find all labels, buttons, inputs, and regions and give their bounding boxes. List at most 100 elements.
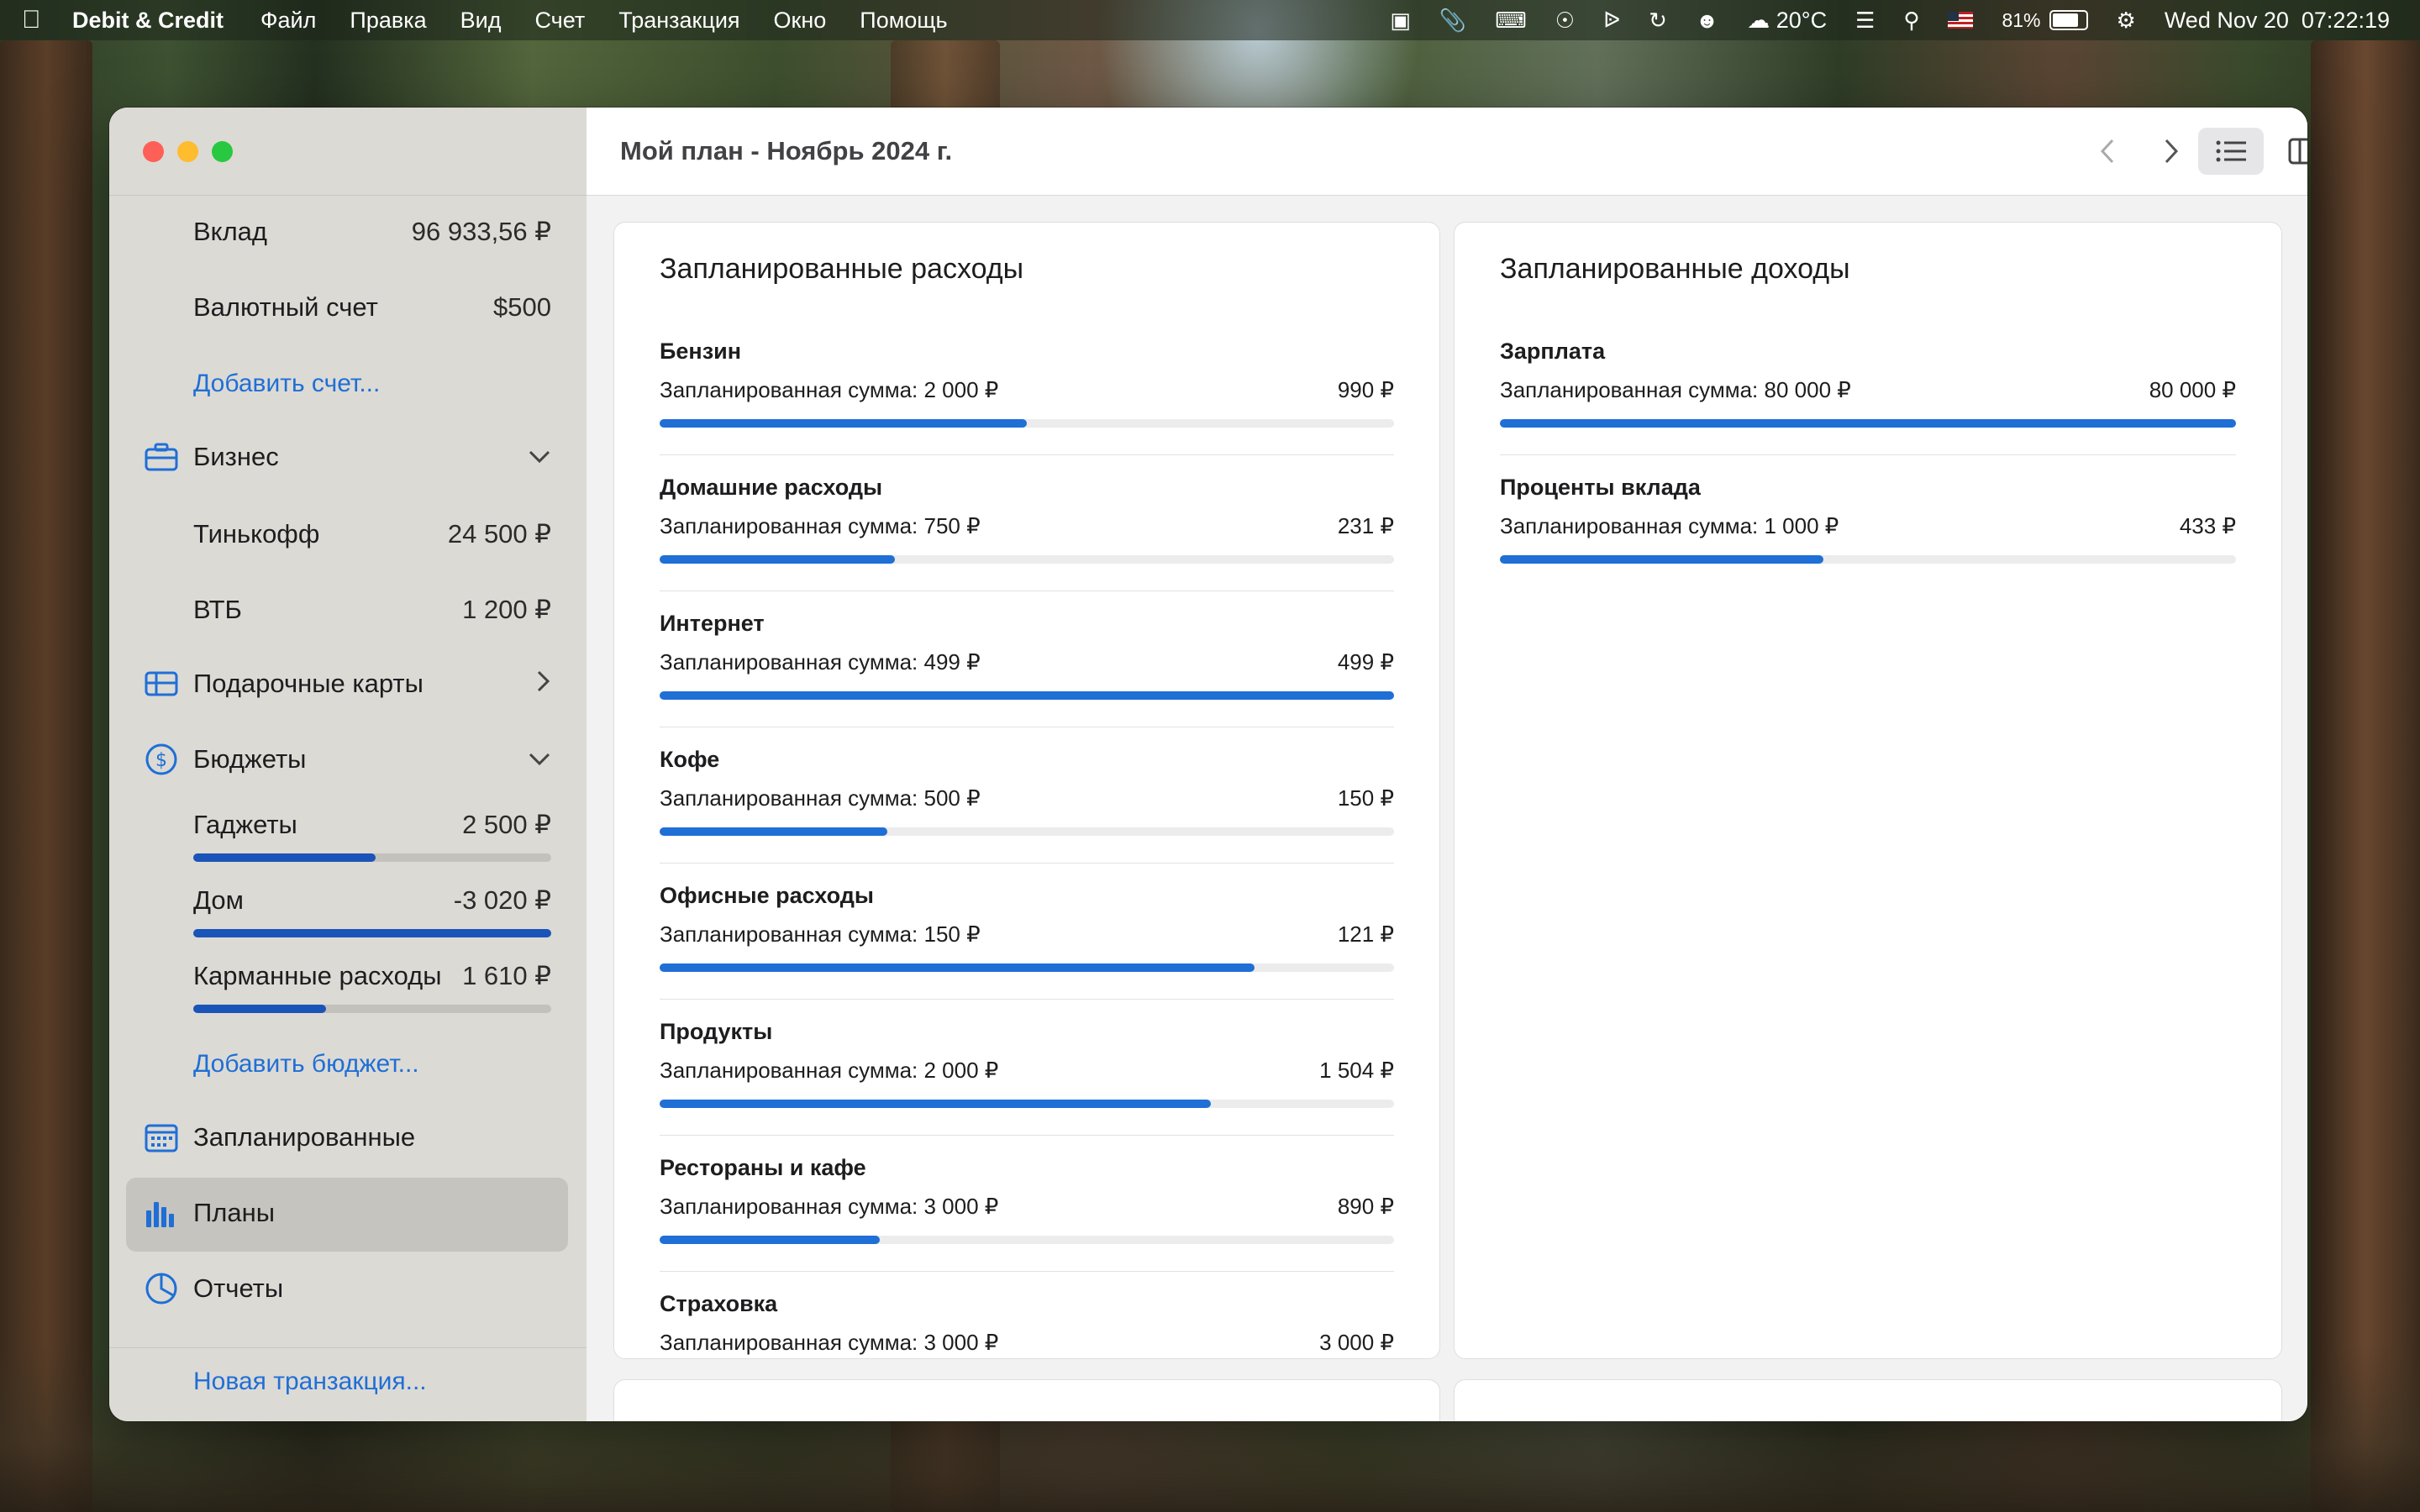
menu-view[interactable]: Вид bbox=[460, 8, 502, 34]
account-balance: 1 200 ₽ bbox=[462, 595, 551, 624]
minimize-button[interactable] bbox=[177, 141, 198, 162]
actual-amount: 80 000 ₽ bbox=[2149, 377, 2236, 402]
zoom-button[interactable] bbox=[212, 141, 233, 162]
planned-amount: Запланированная сумма: 499 ₽ bbox=[660, 649, 981, 675]
main-content: Мой план - Ноябрь 2024 г. Запланированны… bbox=[587, 108, 2307, 1421]
income-row[interactable]: Зарплата Запланированная сумма: 80 000 ₽ 8… bbox=[1500, 339, 2236, 475]
sidebar-account-currency[interactable]: Валютный счет $500 bbox=[193, 292, 551, 323]
income-row[interactable]: Проценты вклада Запланированная сумма: 1 … bbox=[1500, 475, 2236, 611]
gift-card-icon bbox=[143, 667, 180, 701]
chevron-right-icon[interactable] bbox=[536, 669, 551, 699]
wifi-icon[interactable]: ☰ bbox=[1855, 8, 1875, 34]
bar-chart-icon bbox=[143, 1196, 180, 1230]
battery-icon[interactable] bbox=[2049, 10, 2088, 30]
planned-amount: Запланированная сумма: 500 ₽ bbox=[660, 785, 981, 811]
category-name: Продукты bbox=[660, 1019, 773, 1044]
planned-amount: Запланированная сумма: 2 000 ₽ bbox=[660, 377, 999, 402]
add-account-link[interactable]: Добавить счет... bbox=[193, 370, 380, 398]
category-name: Зарплата bbox=[1500, 339, 1606, 364]
menu-help[interactable]: Помощь bbox=[860, 8, 947, 34]
keyboard-icon[interactable]: ⌨ bbox=[1495, 8, 1527, 34]
columns-view-button[interactable] bbox=[2275, 128, 2307, 175]
expense-row[interactable]: Бензин Запланированная сумма: 2 000 ₽ 990 … bbox=[660, 339, 1394, 475]
close-button[interactable] bbox=[143, 141, 164, 162]
app-window: Вклад 96 933,56 ₽ Валютный счет $500 Доб… bbox=[109, 108, 2307, 1421]
expense-row[interactable]: Кофе Запланированная сумма: 500 ₽ 150 ₽ bbox=[660, 747, 1394, 883]
search-icon[interactable]: ⚲ bbox=[1903, 8, 1919, 34]
sidebar: Вклад 96 933,56 ₽ Валютный счет $500 Доб… bbox=[109, 108, 587, 1421]
category-name: Бензин bbox=[660, 339, 742, 364]
menu-account[interactable]: Счет bbox=[534, 8, 585, 34]
sidebar-budget-home[interactable]: Дом -3 020 ₽ bbox=[193, 885, 551, 916]
progress-bar bbox=[1500, 555, 2236, 564]
expense-row[interactable]: Офисные расходы Запланированная сумма: 15… bbox=[660, 883, 1394, 1019]
app-menu[interactable]: Debit & Credit bbox=[72, 8, 224, 34]
budget-progress-bar bbox=[193, 929, 551, 937]
toolbar: Мой план - Ноябрь 2024 г. bbox=[587, 108, 2307, 196]
card-title: Запланированные расходы bbox=[660, 253, 1024, 285]
briefcase-icon bbox=[143, 440, 180, 474]
chevron-down-icon[interactable] bbox=[528, 444, 551, 470]
apple-menu-icon[interactable]:  bbox=[22, 6, 72, 34]
box-icon[interactable]: ▣ bbox=[1390, 8, 1411, 34]
row-divider bbox=[660, 1271, 1394, 1272]
sidebar-account-vtb[interactable]: ВТБ 1 200 ₽ bbox=[193, 595, 551, 625]
planned-amount: Запланированная сумма: 3 000 ₽ bbox=[660, 1194, 999, 1219]
control-center-icon[interactable]: ⚙ bbox=[2117, 8, 2136, 34]
weather-icon[interactable]: ☁ 20°C bbox=[1747, 8, 1827, 34]
sidebar-group-business[interactable]: Бизнес bbox=[143, 440, 551, 474]
category-name: Кофе bbox=[660, 747, 720, 772]
account-balance: 24 500 ₽ bbox=[447, 519, 551, 549]
bluetooth-icon[interactable]: ᐉ bbox=[1603, 8, 1620, 34]
sidebar-account-deposit[interactable]: Вклад 96 933,56 ₽ bbox=[193, 217, 551, 247]
card-title: Запланированные доходы bbox=[1500, 253, 1850, 285]
group-label: Подарочные карты bbox=[193, 669, 424, 698]
nav-label: Запланированные bbox=[193, 1122, 416, 1152]
category-name: Офисные расходы bbox=[660, 883, 874, 908]
calendar-icon bbox=[143, 1121, 180, 1154]
planned-expenses-card: Запланированные расходы Бензин Запланиров… bbox=[613, 222, 1440, 1359]
sidebar-group-budgets[interactable]: $ Бюджеты bbox=[143, 743, 551, 776]
time-machine-icon[interactable]: ↻ bbox=[1649, 8, 1667, 34]
password-icon[interactable]: ☉ bbox=[1555, 8, 1575, 34]
sidebar-item-reports[interactable]: Отчеты bbox=[143, 1272, 551, 1305]
category-name: Рестораны и кафе bbox=[660, 1155, 866, 1180]
planned-amount: Запланированная сумма: 3 000 ₽ bbox=[660, 1330, 999, 1355]
previous-period-button[interactable] bbox=[2082, 128, 2133, 175]
sidebar-item-plans[interactable]: Планы bbox=[143, 1196, 551, 1230]
expense-row[interactable]: Рестораны и кафе Запланированная сумма: 3… bbox=[660, 1155, 1394, 1291]
progress-bar bbox=[660, 963, 1394, 972]
expense-row[interactable]: Интернет Запланированная сумма: 499 ₽ 499 … bbox=[660, 611, 1394, 747]
account-name: Тинькофф bbox=[193, 519, 320, 549]
expense-row[interactable]: Страховка Запланированная сумма: 3 000 ₽ 3… bbox=[660, 1291, 1394, 1358]
add-budget-link[interactable]: Добавить бюджет... bbox=[193, 1050, 419, 1079]
category-name: Домашние расходы bbox=[660, 475, 883, 500]
nav-label: Планы bbox=[193, 1198, 276, 1227]
budget-amount: 2 500 ₽ bbox=[462, 810, 551, 839]
menu-file[interactable]: Файл bbox=[260, 8, 316, 34]
input-source-flag-icon[interactable] bbox=[1948, 12, 1974, 29]
sidebar-budget-pocket[interactable]: Карманные расходы 1 610 ₽ bbox=[193, 961, 551, 991]
battery-percent: 81% bbox=[2002, 8, 2041, 31]
sidebar-group-gift-cards[interactable]: Подарочные карты bbox=[143, 667, 551, 701]
expense-row[interactable]: Домашние расходы Запланированная сумма: 7… bbox=[660, 475, 1394, 611]
next-period-button[interactable] bbox=[2146, 128, 2196, 175]
actual-amount: 433 ₽ bbox=[2179, 513, 2236, 538]
sidebar-budget-gadgets[interactable]: Гаджеты 2 500 ₽ bbox=[193, 810, 551, 840]
expense-row[interactable]: Продукты Запланированная сумма: 2 000 ₽ 1 … bbox=[660, 1019, 1394, 1155]
row-divider bbox=[660, 863, 1394, 864]
planned-amount: Запланированная сумма: 80 000 ₽ bbox=[1500, 377, 1851, 402]
user-icon[interactable]: ☻ bbox=[1696, 8, 1718, 34]
planned-amount: Запланированная сумма: 1 000 ₽ bbox=[1500, 513, 1839, 538]
list-view-button[interactable] bbox=[2198, 128, 2264, 175]
paperclip-icon[interactable]: 📎 bbox=[1439, 8, 1466, 34]
sidebar-account-tinkoff[interactable]: Тинькофф 24 500 ₽ bbox=[193, 519, 551, 549]
chevron-down-icon[interactable] bbox=[528, 747, 551, 773]
new-transaction-link[interactable]: Новая транзакция... bbox=[193, 1368, 427, 1396]
menu-window[interactable]: Окно bbox=[774, 8, 827, 34]
clock[interactable]: Wed Nov 20 07:22:19 bbox=[2165, 8, 2390, 34]
menu-edit[interactable]: Правка bbox=[350, 8, 426, 34]
menu-transaction[interactable]: Транзакция bbox=[618, 8, 739, 34]
budget-amount: -3 020 ₽ bbox=[453, 885, 551, 915]
sidebar-item-scheduled[interactable]: Запланированные bbox=[143, 1121, 551, 1154]
